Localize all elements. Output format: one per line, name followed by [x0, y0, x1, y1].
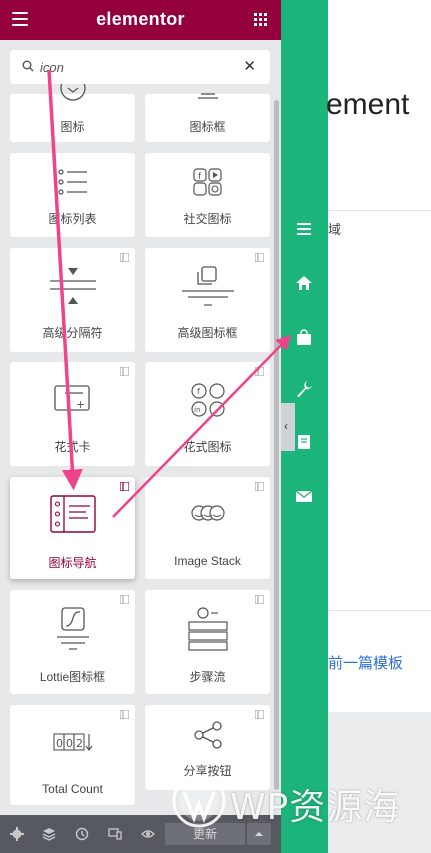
- widget-label: 步骤流: [189, 670, 226, 684]
- divider: [328, 610, 431, 611]
- pro-badge-icon: [120, 482, 129, 491]
- layers-icon[interactable]: [42, 827, 56, 841]
- pro-badge-icon: [120, 595, 129, 604]
- widget-step-flow[interactable]: 步骤流: [145, 590, 270, 694]
- svg-text:0: 0: [66, 737, 73, 750]
- widget-label: 图标导航: [48, 556, 97, 570]
- history-icon[interactable]: [75, 827, 89, 841]
- widget-label: 图标框: [189, 120, 226, 134]
- widget-icon-list[interactable]: 图标列表: [10, 153, 135, 237]
- widget-label: Image Stack: [174, 554, 241, 568]
- pro-badge-icon: [255, 595, 264, 604]
- widget-advanced-icon-box[interactable]: 高级图标框: [145, 248, 270, 352]
- widget-flip-card[interactable]: + 花式卡: [10, 362, 135, 466]
- widget-social-icons[interactable]: f 社交图标: [145, 153, 270, 237]
- widget-lottie-icon-box[interactable]: Lottie图标框: [10, 590, 135, 694]
- widget-label: 花式卡: [54, 440, 91, 454]
- lottie-icon-box-icon: [56, 607, 89, 650]
- bag-icon[interactable]: [295, 328, 313, 346]
- widget-label: 图标: [60, 120, 85, 134]
- pro-badge-icon: [255, 253, 264, 262]
- editor-panel: elementor ✕ 图标 图标框 图标列表: [0, 0, 281, 853]
- preview-text: 域: [328, 222, 342, 237]
- pro-badge-icon: [255, 482, 264, 491]
- widget-label: Total Count: [42, 782, 103, 796]
- panel-scrollbar[interactable]: [274, 100, 279, 790]
- widget-label: 高级图标框: [177, 326, 238, 340]
- total-count-icon: 0 0 2: [52, 733, 92, 751]
- icon-box-icon: [197, 93, 218, 99]
- search-input[interactable]: [40, 57, 230, 77]
- share-icon: [193, 721, 222, 749]
- step-flow-icon: [187, 607, 228, 651]
- search-icon: [22, 60, 34, 72]
- social-icons-icon: f: [192, 168, 222, 196]
- watermark-text: WP资源海: [230, 787, 401, 828]
- widget-icon[interactable]: 图标: [10, 84, 135, 142]
- widget-icon-box[interactable]: 图标框: [145, 93, 270, 142]
- widget-total-count[interactable]: 0 0 2 Total Count: [10, 705, 135, 805]
- pro-badge-icon: [120, 253, 129, 262]
- svg-text:0: 0: [56, 737, 63, 750]
- panel-collapse-button[interactable]: ‹: [281, 403, 295, 451]
- icon-nav-icon: [49, 495, 96, 533]
- wrench-icon[interactable]: [295, 380, 313, 398]
- widget-label: 图标列表: [48, 212, 97, 226]
- svg-text:in: in: [194, 406, 200, 414]
- widget-fancy-social[interactable]: f in 花式图标: [145, 362, 270, 466]
- clear-search-button[interactable]: ✕: [243, 57, 256, 75]
- menu-icon[interactable]: [295, 220, 313, 238]
- widget-label: 高级分隔符: [42, 326, 103, 340]
- pro-badge-icon: [120, 710, 129, 719]
- advanced-icon-box-icon: [181, 266, 234, 306]
- svg-text:2: 2: [76, 737, 83, 750]
- pro-badge-icon: [255, 710, 264, 719]
- preview-title: ement: [326, 88, 410, 121]
- widget-label: 花式图标: [183, 440, 232, 454]
- icon-list-icon: [57, 169, 87, 195]
- responsive-icon[interactable]: [108, 827, 122, 841]
- brand-logo: elementor: [96, 9, 185, 29]
- widget-image-stack[interactable]: Image Stack: [145, 477, 270, 579]
- widget-advanced-divider[interactable]: 高级分隔符: [10, 248, 135, 352]
- divider: [328, 210, 431, 211]
- svg-text:f: f: [197, 387, 200, 396]
- flip-card-icon: +: [53, 385, 90, 411]
- wordpress-logo-icon: [172, 774, 226, 828]
- settings-gear-icon[interactable]: [10, 827, 24, 841]
- widget-search: ✕: [10, 50, 270, 84]
- page-preview: ement 域 前一篇模板: [326, 0, 431, 853]
- pro-badge-icon: [120, 367, 129, 376]
- advanced-divider-icon: [49, 268, 96, 304]
- preview-eye-icon[interactable]: [141, 827, 155, 841]
- panel-header: elementor: [0, 0, 281, 40]
- home-icon[interactable]: [295, 274, 313, 292]
- image-stack-icon: [190, 505, 225, 521]
- watermark: WP资源海: [172, 770, 422, 832]
- apps-grid-icon[interactable]: [254, 13, 267, 26]
- fancy-social-icon: f in: [190, 383, 225, 417]
- chevron-left-icon: ‹: [284, 419, 288, 433]
- widget-label: Lottie图标框: [39, 670, 106, 684]
- widget-label: 社交图标: [183, 212, 232, 226]
- previous-template-link[interactable]: 前一篇模板: [328, 652, 403, 673]
- book-icon[interactable]: [295, 433, 313, 451]
- pro-badge-icon: [255, 367, 264, 376]
- svg-text:+: +: [76, 398, 85, 411]
- icon-widget-icon: [59, 84, 86, 101]
- mail-icon[interactable]: [295, 487, 313, 505]
- widget-icon-nav[interactable]: 图标导航: [10, 477, 135, 579]
